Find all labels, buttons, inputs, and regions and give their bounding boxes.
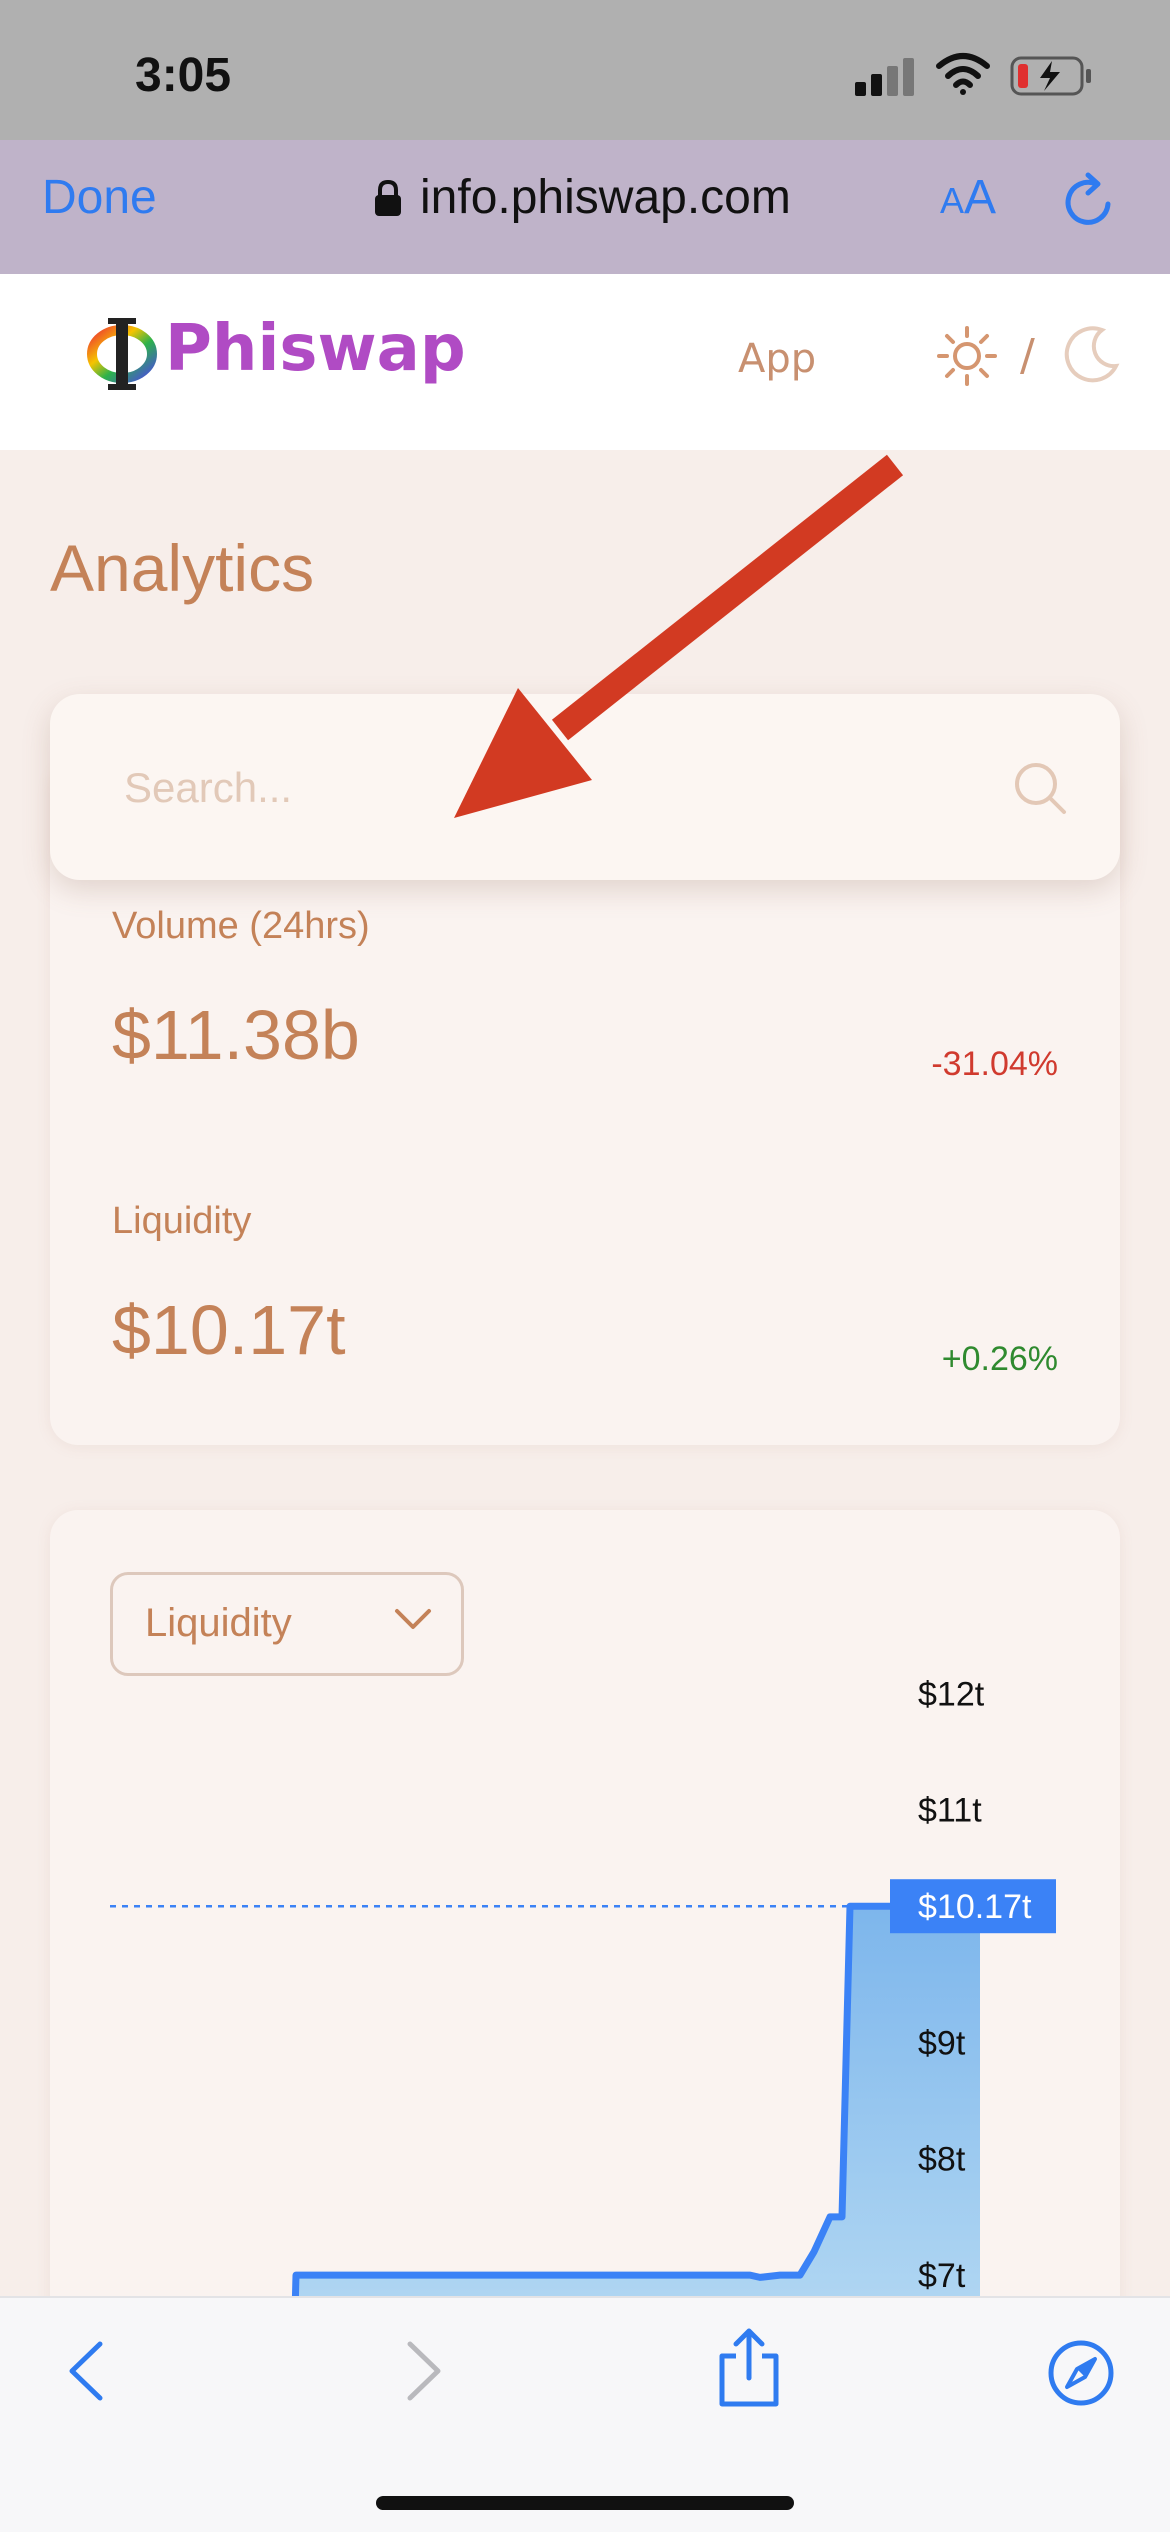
text-size-button[interactable]: AA — [940, 170, 996, 225]
text-size-large-a: A — [964, 171, 997, 224]
moon-icon[interactable] — [1062, 324, 1122, 384]
page-title: Analytics — [50, 531, 315, 605]
phiswap-logo[interactable] — [86, 314, 158, 394]
battery-icon — [1010, 56, 1091, 96]
chevron-down-icon — [395, 1609, 431, 1629]
annotation-arrow — [454, 454, 904, 818]
search-icon[interactable] — [1012, 760, 1068, 816]
share-icon[interactable] — [714, 2326, 784, 2410]
forward-icon[interactable] — [398, 2338, 448, 2404]
url-text[interactable]: info.phiswap.com — [420, 170, 791, 225]
chart-area-fill — [295, 1906, 980, 2310]
app-header: Phiswap App / — [0, 274, 1170, 450]
nav-app-link[interactable]: App — [738, 336, 816, 382]
reload-icon[interactable] — [1062, 170, 1118, 230]
chart-metric-label: Liquidity — [145, 1601, 292, 1645]
y-tick-label: $9t — [918, 2024, 966, 2062]
liquidity-label: Liquidity — [112, 1200, 252, 1242]
y-tick-label: $7t — [918, 2257, 966, 2295]
current-value-label: $10.17t — [918, 1888, 1032, 1926]
compass-icon[interactable] — [1046, 2338, 1116, 2408]
liquidity-change: +0.26% — [941, 1340, 1058, 1378]
sun-icon[interactable] — [935, 324, 999, 388]
volume-change: -31.04% — [931, 1045, 1058, 1083]
y-tick-label: $12t — [918, 1675, 985, 1713]
browser-toolbar — [0, 2296, 1170, 2532]
text-size-small-a: A — [940, 180, 965, 221]
theme-separator: / — [1020, 330, 1035, 381]
status-bar: 3:05 — [0, 0, 1170, 140]
lock-icon — [375, 179, 401, 216]
home-indicator — [376, 2496, 794, 2510]
volume-label: Volume (24hrs) — [112, 905, 370, 947]
liquidity-chart: $12t $11t $9t $8t $7t $10.17t — [110, 1675, 1056, 2310]
signal-icon — [855, 56, 915, 96]
volume-value: $11.38b — [112, 996, 360, 1074]
status-time: 3:05 — [135, 49, 232, 102]
y-tick-label: $8t — [918, 2141, 966, 2179]
back-icon[interactable] — [62, 2338, 112, 2404]
browser-address-bar: Done info.phiswap.com AA — [0, 140, 1170, 274]
chart-metric-select[interactable]: Liquidity — [110, 1572, 464, 1676]
brand-name[interactable]: Phiswap — [165, 312, 466, 386]
wifi-icon — [936, 53, 990, 95]
liquidity-value: $10.17t — [112, 1291, 346, 1369]
y-tick-label: $11t — [918, 1792, 982, 1830]
done-button[interactable]: Done — [42, 170, 157, 225]
